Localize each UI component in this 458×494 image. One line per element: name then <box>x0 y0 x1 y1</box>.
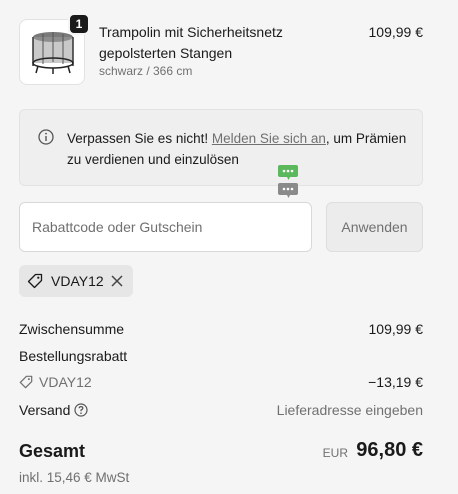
sign-in-link[interactable]: Melden Sie sich an <box>212 131 326 146</box>
rewards-notice: Verpassen Sie es nicht! Melden Sie sich … <box>19 109 423 186</box>
subtotal-label: Zwischensumme <box>19 321 125 337</box>
shipping-label: Versand <box>19 402 71 418</box>
discount-code-label: VDAY12 <box>39 374 92 390</box>
product-price: 109,99 € <box>368 24 424 40</box>
applied-discount-chip: VDAY12 <box>19 265 133 297</box>
cart-line-item: 1 Trampolin mit Sicherheitsnetz gepolste… <box>19 13 424 85</box>
subtotal-value: 109,99 € <box>368 321 424 337</box>
notice-text-before: Verpassen Sie es nicht! <box>67 131 212 146</box>
total-label: Gesamt <box>19 441 86 461</box>
tag-icon <box>19 375 33 389</box>
close-icon[interactable] <box>110 274 124 288</box>
product-variant: schwarz / 366 cm <box>99 64 193 78</box>
quantity-badge: 1 <box>68 13 90 35</box>
applied-discount-code: VDAY12 <box>51 273 104 289</box>
notice-text: Verpassen Sie es nicht! Melden Sie sich … <box>67 128 407 170</box>
chat-bubble-gray-icon[interactable] <box>278 183 298 199</box>
tag-icon <box>27 273 43 289</box>
discount-code-entry: VDAY12 <box>19 373 92 391</box>
order-summary: 1 Trampolin mit Sicherheitsnetz gepolste… <box>0 0 458 494</box>
total-value: 96,80 € <box>356 439 423 461</box>
discount-code-input[interactable] <box>19 202 312 252</box>
order-discount-label: Bestellungsrabatt <box>19 348 128 364</box>
tax-note: inkl. 15,46 € MwSt <box>19 470 130 485</box>
chat-bubble-green-icon[interactable] <box>278 165 298 181</box>
shipping-entry: Versand <box>19 401 88 419</box>
total-currency: EUR <box>322 446 348 460</box>
discount-value: −13,19 € <box>368 374 423 390</box>
info-icon <box>38 129 54 145</box>
help-icon[interactable] <box>74 403 88 417</box>
chat-widget[interactable] <box>278 165 298 199</box>
shipping-value: Lieferadresse eingeben <box>276 402 423 418</box>
product-name: Trampolin mit Sicherheitsnetz gepolstert… <box>99 24 283 61</box>
apply-discount-button[interactable]: Anwenden <box>326 202 423 252</box>
